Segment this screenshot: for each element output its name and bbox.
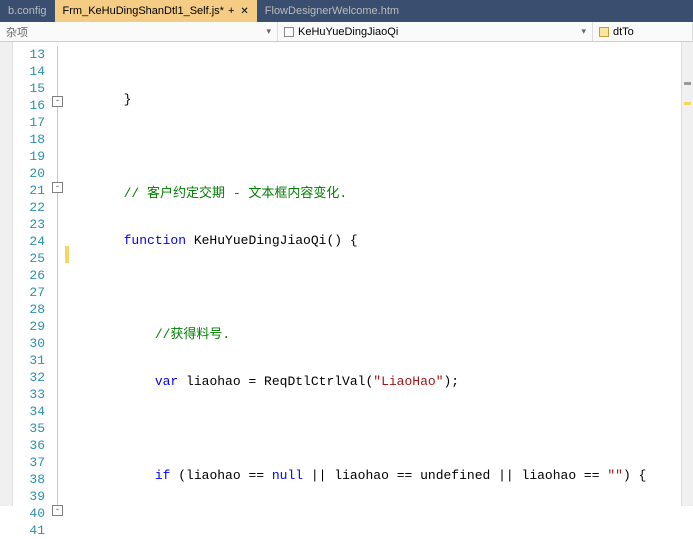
fold-toggle[interactable]: - bbox=[52, 182, 63, 193]
code-line: } bbox=[65, 91, 681, 108]
pin-icon[interactable]: + bbox=[228, 5, 234, 17]
line-number: 41 bbox=[13, 522, 51, 539]
code-line bbox=[65, 279, 681, 296]
scope-dropdown[interactable]: 杂项 ▾ bbox=[0, 22, 278, 41]
tab-label: FlowDesignerWelcome.htm bbox=[265, 5, 399, 17]
code-line: function KeHuYueDingJiaoQi() { bbox=[65, 232, 681, 249]
document-tabs: b.config Frm_KeHuDingShanDtl1_Self.js* +… bbox=[0, 0, 693, 22]
line-number: 33 bbox=[13, 386, 51, 403]
line-number: 39 bbox=[13, 488, 51, 505]
line-number: 21 bbox=[13, 182, 51, 199]
scroll-mark bbox=[684, 102, 691, 105]
line-number: 25 bbox=[13, 250, 51, 267]
code-area[interactable]: } // 客户约定交期 - 文本框内容变化. function KeHuYueD… bbox=[65, 42, 681, 506]
line-number: 36 bbox=[13, 437, 51, 454]
tab-welcome[interactable]: FlowDesignerWelcome.htm bbox=[257, 0, 407, 22]
code-line: var liaohao = ReqDtlCtrlVal("LiaoHao"); bbox=[65, 373, 681, 390]
line-number: 29 bbox=[13, 318, 51, 335]
bookmark-margin[interactable] bbox=[0, 42, 13, 506]
chevron-down-icon: ▾ bbox=[581, 26, 586, 37]
function-dropdown[interactable]: KeHuYueDingJiaoQi ▾ bbox=[278, 22, 593, 41]
line-number: 17 bbox=[13, 114, 51, 131]
tab-config[interactable]: b.config bbox=[0, 0, 55, 22]
tab-label: b.config bbox=[8, 5, 47, 17]
line-number-gutter: 13 14 15 16 17 18 19 20 21 22 23 24 25 2… bbox=[13, 42, 51, 506]
line-number: 20 bbox=[13, 165, 51, 182]
field-icon bbox=[599, 27, 609, 37]
navigation-bar: 杂项 ▾ KeHuYueDingJiaoQi ▾ dtTo bbox=[0, 22, 693, 42]
scroll-mark bbox=[684, 82, 691, 85]
method-icon bbox=[284, 27, 294, 37]
line-number: 24 bbox=[13, 233, 51, 250]
line-number: 32 bbox=[13, 369, 51, 386]
code-line bbox=[65, 420, 681, 437]
line-number: 23 bbox=[13, 216, 51, 233]
function-label: KeHuYueDingJiaoQi bbox=[298, 26, 398, 38]
line-number: 40 bbox=[13, 505, 51, 522]
code-line: //获得料号. bbox=[65, 326, 681, 343]
line-number: 16 bbox=[13, 97, 51, 114]
line-number: 15 bbox=[13, 80, 51, 97]
close-icon[interactable]: ✕ bbox=[240, 6, 248, 17]
line-number: 27 bbox=[13, 284, 51, 301]
tab-self-js[interactable]: Frm_KeHuDingShanDtl1_Self.js* + ✕ bbox=[55, 0, 257, 22]
line-number: 35 bbox=[13, 420, 51, 437]
fold-toggle[interactable]: - bbox=[52, 96, 63, 107]
line-number: 30 bbox=[13, 335, 51, 352]
line-number: 37 bbox=[13, 454, 51, 471]
chevron-down-icon: ▾ bbox=[266, 26, 271, 37]
change-marker bbox=[65, 246, 69, 263]
line-number: 19 bbox=[13, 148, 51, 165]
line-number: 34 bbox=[13, 403, 51, 420]
tab-label: Frm_KeHuDingShanDtl1_Self.js* bbox=[63, 5, 224, 17]
scope-label: 杂项 bbox=[6, 24, 28, 40]
vertical-scrollbar[interactable] bbox=[681, 42, 693, 506]
code-line bbox=[65, 138, 681, 155]
fold-guide bbox=[57, 46, 58, 506]
member-dropdown[interactable]: dtTo bbox=[593, 22, 693, 41]
code-line: if (liaohao == null || liaohao == undefi… bbox=[65, 467, 681, 484]
line-number: 38 bbox=[13, 471, 51, 488]
code-editor[interactable]: 13 14 15 16 17 18 19 20 21 22 23 24 25 2… bbox=[0, 42, 693, 506]
code-line: // 客户约定交期 - 文本框内容变化. bbox=[65, 185, 681, 202]
line-number: 14 bbox=[13, 63, 51, 80]
line-number: 13 bbox=[13, 46, 51, 63]
line-number: 28 bbox=[13, 301, 51, 318]
line-number: 18 bbox=[13, 131, 51, 148]
line-number: 31 bbox=[13, 352, 51, 369]
fold-margin[interactable]: - - - bbox=[51, 42, 65, 506]
line-number: 22 bbox=[13, 199, 51, 216]
line-number: 26 bbox=[13, 267, 51, 284]
member-label: dtTo bbox=[613, 26, 634, 38]
fold-toggle[interactable]: - bbox=[52, 505, 63, 516]
